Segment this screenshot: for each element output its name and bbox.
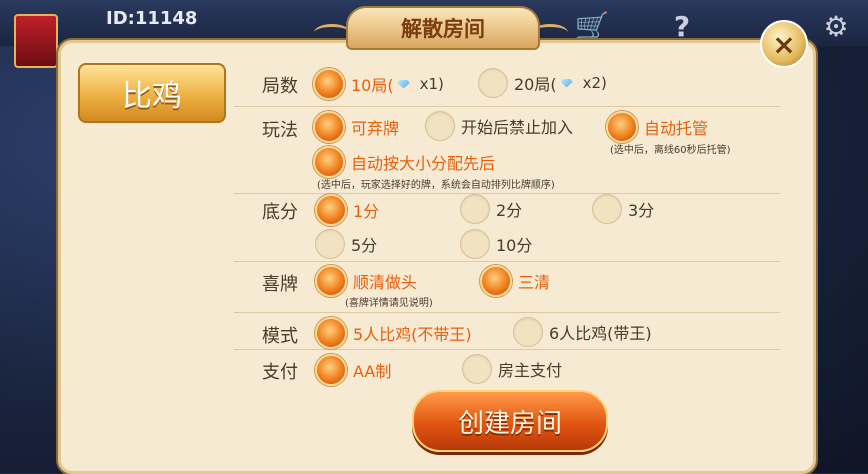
mode-option-6p[interactable]: 6人比鸡(带王): [513, 317, 652, 347]
auto-order-note: (选中后，玩家选择好的牌，系统会自动排列比牌顺序): [317, 180, 555, 191]
radio-button[interactable]: [480, 265, 512, 297]
close-button[interactable]: ×: [760, 20, 808, 68]
mode-option-5p[interactable]: 5人比鸡(不带王): [315, 317, 472, 349]
option-label: 20局(: [514, 75, 557, 94]
option-label: 顺清做头: [353, 273, 418, 292]
dialog-title: 解散房间: [346, 6, 540, 50]
play-option-discard[interactable]: 可弃牌: [313, 111, 399, 143]
radio-button[interactable]: [315, 265, 347, 297]
help-icon[interactable]: ?: [664, 8, 700, 44]
radio-button[interactable]: [313, 146, 345, 178]
option-label: 1分: [353, 202, 380, 221]
rounds-option-20[interactable]: 20局( x2): [478, 68, 607, 98]
option-label: 10分: [496, 236, 533, 255]
play-option-trustee[interactable]: 自动托管: [606, 111, 708, 143]
radio-button[interactable]: [592, 194, 622, 224]
base-option-1[interactable]: 1分: [315, 194, 379, 226]
base-option-2[interactable]: 2分: [460, 194, 522, 224]
happy-cards-note: (喜牌详情请见说明): [345, 298, 433, 309]
option-label: 房主支付: [498, 361, 563, 380]
radio-button[interactable]: [315, 317, 347, 349]
row-divider: [234, 106, 780, 107]
radio-button[interactable]: [462, 354, 492, 384]
radio-button[interactable]: [606, 111, 638, 143]
pay-option-host[interactable]: 房主支付: [462, 354, 562, 384]
radio-button[interactable]: [478, 68, 508, 98]
create-room-button[interactable]: 创建房间: [412, 390, 608, 452]
play-label: 玩法: [262, 120, 298, 141]
play-option-no-join[interactable]: 开始后禁止加入: [425, 111, 573, 141]
base-score-label: 底分: [262, 202, 298, 223]
row-divider: [234, 312, 780, 313]
radio-button[interactable]: [460, 229, 490, 259]
radio-button[interactable]: [425, 111, 455, 141]
cost-multiplier: x2): [582, 74, 607, 92]
base-option-10[interactable]: 10分: [460, 229, 532, 259]
option-label: 开始后禁止加入: [461, 118, 574, 137]
option-label: AA制: [353, 362, 392, 381]
base-option-3[interactable]: 3分: [592, 194, 654, 224]
radio-button[interactable]: [513, 317, 543, 347]
play-option-auto-order[interactable]: 自动按大小分配先后: [313, 146, 495, 178]
radio-button[interactable]: [313, 68, 345, 100]
diamond-icon: [560, 78, 573, 88]
option-label: 可弃牌: [351, 119, 400, 138]
radio-button[interactable]: [313, 111, 345, 143]
radio-button[interactable]: [315, 354, 347, 386]
happy-option-straight-flush-head[interactable]: 顺清做头: [315, 265, 417, 297]
gear-icon[interactable]: ⚙: [818, 8, 854, 44]
user-id: ID:11148: [106, 8, 198, 29]
rounds-label: 局数: [262, 76, 298, 97]
option-label: 10局(: [351, 76, 394, 95]
option-label: 6人比鸡(带王): [549, 324, 652, 343]
option-label: 自动托管: [644, 119, 709, 138]
radio-button[interactable]: [315, 229, 345, 259]
game-tab-biji[interactable]: 比鸡: [78, 63, 226, 123]
row-divider: [234, 349, 780, 350]
avatar[interactable]: [14, 14, 58, 68]
base-option-5[interactable]: 5分: [315, 229, 377, 259]
diamond-icon: [397, 79, 410, 89]
row-divider: [234, 261, 780, 262]
happy-cards-label: 喜牌: [262, 274, 298, 295]
radio-button[interactable]: [315, 194, 347, 226]
payment-label: 支付: [262, 362, 298, 383]
shop-cart-icon[interactable]: 🛒: [574, 8, 610, 44]
option-label: 3分: [628, 201, 655, 220]
title-ornament-left: [314, 24, 350, 41]
trustee-note: (选中后，离线60秒后托管): [610, 145, 731, 156]
option-label: 5人比鸡(不带王): [353, 325, 472, 344]
rounds-option-10[interactable]: 10局( x1): [313, 68, 444, 100]
pay-option-aa[interactable]: AA制: [315, 354, 391, 386]
cost-multiplier: x1): [419, 75, 444, 93]
option-label: 三清: [518, 273, 551, 292]
option-label: 5分: [351, 236, 378, 255]
radio-button[interactable]: [460, 194, 490, 224]
option-label: 2分: [496, 201, 523, 220]
mode-label: 模式: [262, 326, 298, 347]
option-label: 自动按大小分配先后: [351, 154, 496, 173]
happy-option-three-flush[interactable]: 三清: [480, 265, 550, 297]
